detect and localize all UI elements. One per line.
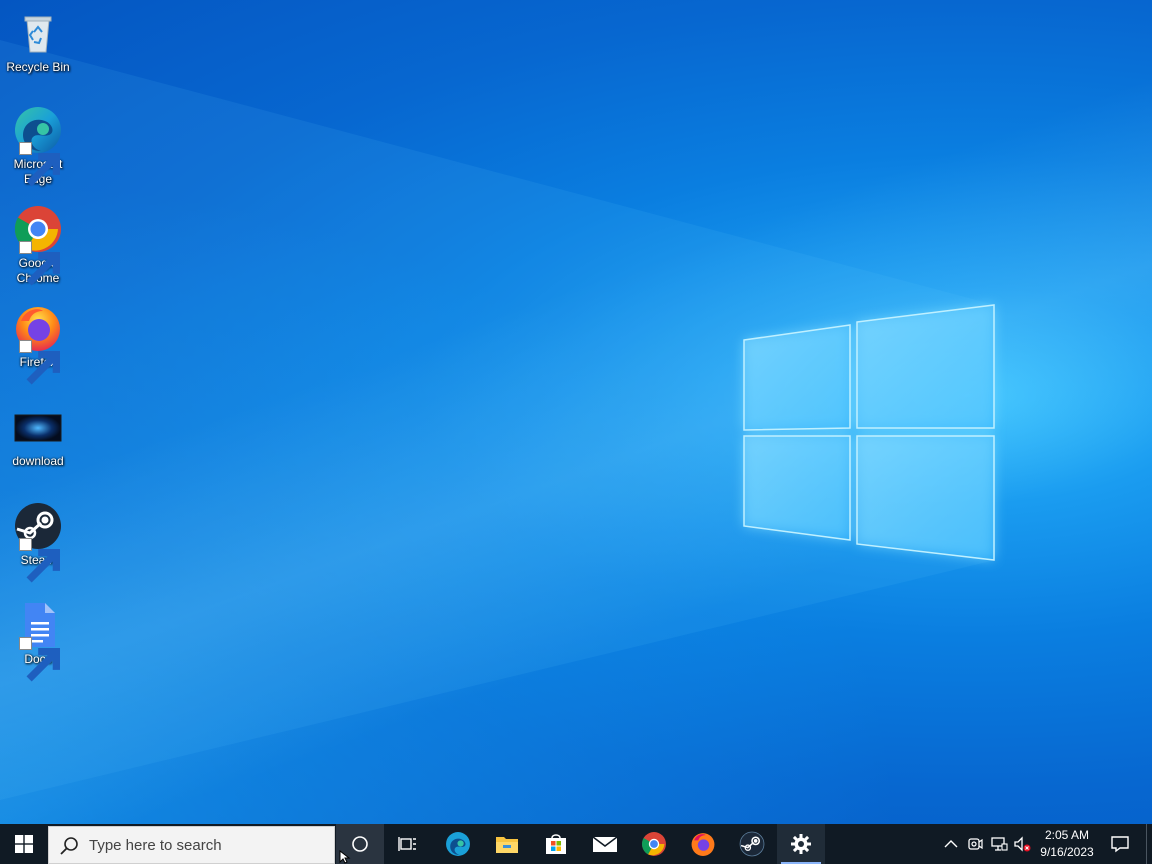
mouse-cursor-icon xyxy=(339,850,351,864)
edge-icon xyxy=(446,832,470,856)
edge-icon xyxy=(13,105,63,187)
task-view-button[interactable] xyxy=(384,824,432,864)
taskbar-steam-button[interactable] xyxy=(728,824,776,864)
task-view-icon xyxy=(398,837,416,851)
clock-time: 2:05 AM xyxy=(1044,828,1090,842)
desktop-icon-google-chrome[interactable]: Google Chrome xyxy=(4,204,72,286)
mail-icon xyxy=(592,836,618,852)
search-box[interactable]: Type here to search xyxy=(48,826,335,864)
volume-muted-icon[interactable] xyxy=(1013,835,1031,853)
network-icon[interactable] xyxy=(990,835,1008,853)
taskbar-chrome-button[interactable] xyxy=(630,824,678,864)
desktop-icon-docs[interactable]: Docs xyxy=(4,600,72,682)
folder-icon xyxy=(496,837,518,853)
search-placeholder: Type here to search xyxy=(89,837,222,854)
shortcut-arrow-icon xyxy=(19,538,61,583)
desktop-icon-label: Recycle Bin xyxy=(6,60,70,74)
chrome-icon xyxy=(13,204,63,286)
shortcut-arrow-icon xyxy=(19,637,61,682)
clock-date: 9/16/2023 xyxy=(1040,845,1094,859)
image-file-icon xyxy=(13,402,63,452)
steam-icon xyxy=(739,831,765,857)
search-icon xyxy=(60,837,78,855)
windows-logo-icon xyxy=(15,835,33,853)
chevron-up-icon[interactable] xyxy=(942,835,960,853)
store-bag-icon xyxy=(546,834,566,854)
show-desktop-button[interactable] xyxy=(1146,824,1152,864)
shortcut-arrow-icon xyxy=(19,241,61,286)
taskbar: Type here to search 2:05 AM 9/16/2023 xyxy=(0,824,1152,864)
clock[interactable]: 2:05 AM 9/16/2023 xyxy=(1036,827,1098,861)
desktop-icon-steam[interactable]: Steam xyxy=(4,501,72,583)
google-docs-icon xyxy=(13,600,63,682)
gear-icon xyxy=(791,834,811,854)
wallpaper-windows-logo xyxy=(0,40,995,800)
firefox-icon xyxy=(691,833,715,856)
recycle-bin-icon xyxy=(13,8,63,58)
taskbar-firefox-button[interactable] xyxy=(679,824,727,864)
desktop-icon-firefox[interactable]: Firefox xyxy=(4,303,72,385)
taskbar-file-explorer-button[interactable] xyxy=(483,824,531,864)
desktop-icon-label: download xyxy=(12,454,64,468)
notification-center-button[interactable] xyxy=(1096,824,1144,864)
desktop-icon-recycle-bin[interactable]: Recycle Bin xyxy=(4,8,72,75)
shortcut-arrow-icon xyxy=(19,142,61,187)
start-button[interactable] xyxy=(0,824,48,864)
desktop-icon-microsoft-edge[interactable]: Microsoft Edge xyxy=(4,105,72,187)
taskbar-mail-button[interactable] xyxy=(581,824,629,864)
firefox-icon xyxy=(13,303,63,385)
steam-icon xyxy=(13,501,63,583)
webcam-icon[interactable] xyxy=(966,835,984,853)
taskbar-store-button[interactable] xyxy=(532,824,580,864)
notification-icon xyxy=(1111,836,1129,853)
taskbar-edge-button[interactable] xyxy=(434,824,482,864)
shortcut-arrow-icon xyxy=(19,340,61,385)
cortana-circle-icon xyxy=(352,836,368,852)
chrome-icon xyxy=(641,832,666,856)
taskbar-settings-button[interactable] xyxy=(777,824,825,864)
desktop[interactable]: Recycle Bin Microsoft Edge Google Chrome… xyxy=(0,0,1152,824)
desktop-icon-download[interactable]: download xyxy=(4,402,72,469)
